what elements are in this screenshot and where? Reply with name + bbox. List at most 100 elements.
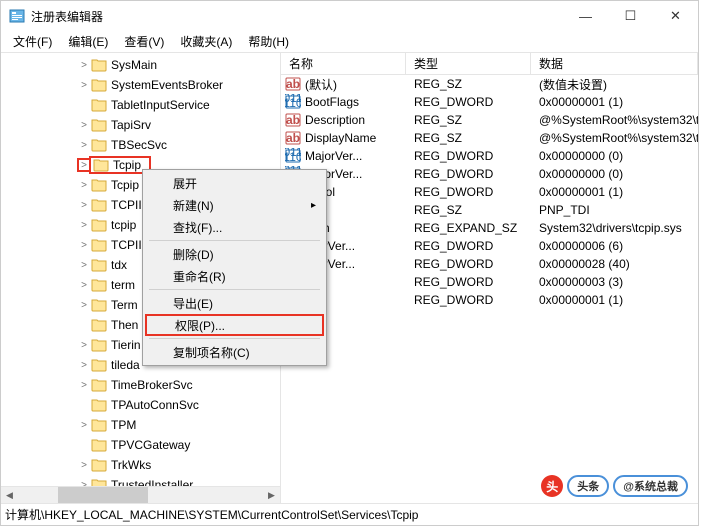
chevron-icon[interactable]: >: [77, 178, 91, 192]
tree-item[interactable]: >TapiSrv: [41, 115, 280, 135]
list-row[interactable]: 011110BootFlagsREG_DWORD0x00000001 (1): [281, 93, 698, 111]
chevron-icon[interactable]: >: [77, 358, 91, 372]
tree-item[interactable]: > TPM: [41, 415, 280, 435]
tree-item-label: TPM: [111, 418, 136, 432]
tree-item[interactable]: > SysMain: [41, 55, 280, 75]
value-data: 0x00000003 (3): [531, 275, 698, 289]
chevron-icon[interactable]: [77, 318, 91, 332]
value-data: 0x00000001 (1): [531, 185, 698, 199]
chevron-icon[interactable]: [77, 438, 91, 452]
chevron-icon[interactable]: >: [77, 418, 91, 432]
tree-item[interactable]: > TimeBrokerSvc: [41, 375, 280, 395]
chevron-icon[interactable]: >: [77, 298, 91, 312]
value-type: REG_SZ: [406, 113, 531, 127]
ctx-expand[interactable]: 展开: [145, 172, 324, 194]
tree-item[interactable]: TPAutoConnSvc: [41, 395, 280, 415]
chevron-icon[interactable]: [77, 398, 91, 412]
value-type: REG_DWORD: [406, 257, 531, 271]
scroll-right-icon[interactable]: ▶: [263, 487, 280, 504]
minimize-button[interactable]: —: [563, 1, 608, 31]
chevron-icon[interactable]: >: [77, 118, 91, 132]
tree-item[interactable]: >TBSecSvc: [41, 135, 280, 155]
list-row[interactable]: 011110MinorVer...REG_DWORD0x00000000 (0): [281, 165, 698, 183]
tree-item[interactable]: TabletInputService: [41, 95, 280, 115]
ctx-delete[interactable]: 删除(D): [145, 243, 324, 265]
context-menu: 展开 新建(N) 查找(F)... 删除(D) 重命名(R) 导出(E) 权限(…: [142, 169, 327, 366]
ctx-copy-key-name[interactable]: 复制项名称(C): [145, 341, 324, 363]
list-row[interactable]: abPathREG_EXPAND_SZSystem32\drivers\tcpi…: [281, 219, 698, 237]
value-data: (数值未设置): [531, 76, 698, 93]
folder-icon: [91, 178, 107, 192]
tree-item[interactable]: >TrkWks: [41, 455, 280, 475]
list-row[interactable]: 011110REG_DWORD0x00000003 (3): [281, 273, 698, 291]
chevron-icon[interactable]: >: [77, 338, 91, 352]
folder-icon: [91, 258, 107, 272]
chevron-icon[interactable]: >: [77, 458, 91, 472]
tree-item-label: term: [111, 278, 135, 292]
column-type[interactable]: 类型: [406, 53, 531, 74]
titlebar[interactable]: 注册表编辑器 — ☐ ✕: [1, 1, 698, 31]
svg-text:ab: ab: [286, 113, 300, 127]
folder-icon: [91, 238, 107, 252]
tree-item-label: TPVCGateway: [111, 438, 190, 452]
list-row[interactable]: 011110ontrolREG_DWORD0x00000001 (1): [281, 183, 698, 201]
menu-help[interactable]: 帮助(H): [240, 31, 297, 52]
menu-favorites[interactable]: 收藏夹(A): [172, 31, 240, 52]
menu-edit[interactable]: 编辑(E): [60, 31, 116, 52]
window-title: 注册表编辑器: [31, 8, 563, 25]
value-type: REG_DWORD: [406, 95, 531, 109]
ctx-export[interactable]: 导出(E): [145, 292, 324, 314]
folder-icon: [91, 398, 107, 412]
tree-item-label: tcpip: [111, 218, 136, 232]
tree-item-label: TCPII: [111, 238, 142, 252]
folder-icon: [91, 298, 107, 312]
watermark: 头 头条 @系统总裁: [541, 475, 688, 497]
separator: [149, 289, 320, 290]
chevron-icon[interactable]: >: [77, 258, 91, 272]
list-row[interactable]: 011110linorVer...REG_DWORD0x00000028 (40…: [281, 255, 698, 273]
folder-icon: [91, 198, 107, 212]
list-row[interactable]: ab(默认)REG_SZ(数值未设置): [281, 75, 698, 93]
ctx-new[interactable]: 新建(N): [145, 194, 324, 216]
maximize-button[interactable]: ☐: [608, 1, 653, 31]
column-name[interactable]: 名称: [281, 53, 406, 74]
list-row[interactable]: abREG_SZPNP_TDI: [281, 201, 698, 219]
chevron-icon[interactable]: >: [77, 278, 91, 292]
value-data: 0x00000001 (1): [531, 293, 698, 307]
list-row[interactable]: 011110lajorVer...REG_DWORD0x00000006 (6): [281, 237, 698, 255]
close-button[interactable]: ✕: [653, 1, 698, 31]
ctx-permissions[interactable]: 权限(P)...: [145, 314, 324, 336]
tree-item[interactable]: TPVCGateway: [41, 435, 280, 455]
list-row[interactable]: abDescriptionREG_SZ@%SystemRoot%\system3…: [281, 111, 698, 129]
menu-view[interactable]: 查看(V): [116, 31, 172, 52]
tree-item-label: tileda: [111, 358, 140, 372]
value-name: DisplayName: [305, 131, 406, 145]
chevron-icon[interactable]: >: [77, 198, 91, 212]
chevron-icon[interactable]: >: [77, 238, 91, 252]
ctx-find[interactable]: 查找(F)...: [145, 216, 324, 238]
tree-hscrollbar[interactable]: ◀ ▶: [1, 486, 280, 503]
list-row[interactable]: 011110REG_DWORD0x00000001 (1): [281, 291, 698, 309]
value-type: REG_SZ: [406, 77, 531, 91]
folder-icon: [91, 358, 107, 372]
tree-item-label: Tcpip: [113, 158, 141, 172]
chevron-icon[interactable]: >: [77, 138, 91, 152]
string-value-icon: ab: [285, 130, 301, 146]
scroll-left-icon[interactable]: ◀: [1, 487, 18, 504]
chevron-icon[interactable]: >: [77, 78, 91, 92]
list-pane[interactable]: 名称 类型 数据 ab(默认)REG_SZ(数值未设置)011110BootFl…: [281, 53, 698, 503]
chevron-icon[interactable]: >: [77, 218, 91, 232]
chevron-icon[interactable]: [77, 98, 91, 112]
list-row[interactable]: abDisplayNameREG_SZ@%SystemRoot%\system3…: [281, 129, 698, 147]
list-row[interactable]: 011110MajorVer...REG_DWORD0x00000000 (0): [281, 147, 698, 165]
chevron-icon[interactable]: >: [77, 378, 91, 392]
tree-item-label: SysMain: [111, 58, 157, 72]
tree-item-label: Tierin: [111, 338, 141, 352]
tree-item[interactable]: >SystemEventsBroker: [41, 75, 280, 95]
ctx-rename[interactable]: 重命名(R): [145, 265, 324, 287]
chevron-icon[interactable]: >: [77, 58, 91, 72]
tree-item-label: TimeBrokerSvc: [111, 378, 193, 392]
menu-file[interactable]: 文件(F): [5, 31, 60, 52]
column-data[interactable]: 数据: [531, 53, 698, 74]
value-type: REG_DWORD: [406, 185, 531, 199]
